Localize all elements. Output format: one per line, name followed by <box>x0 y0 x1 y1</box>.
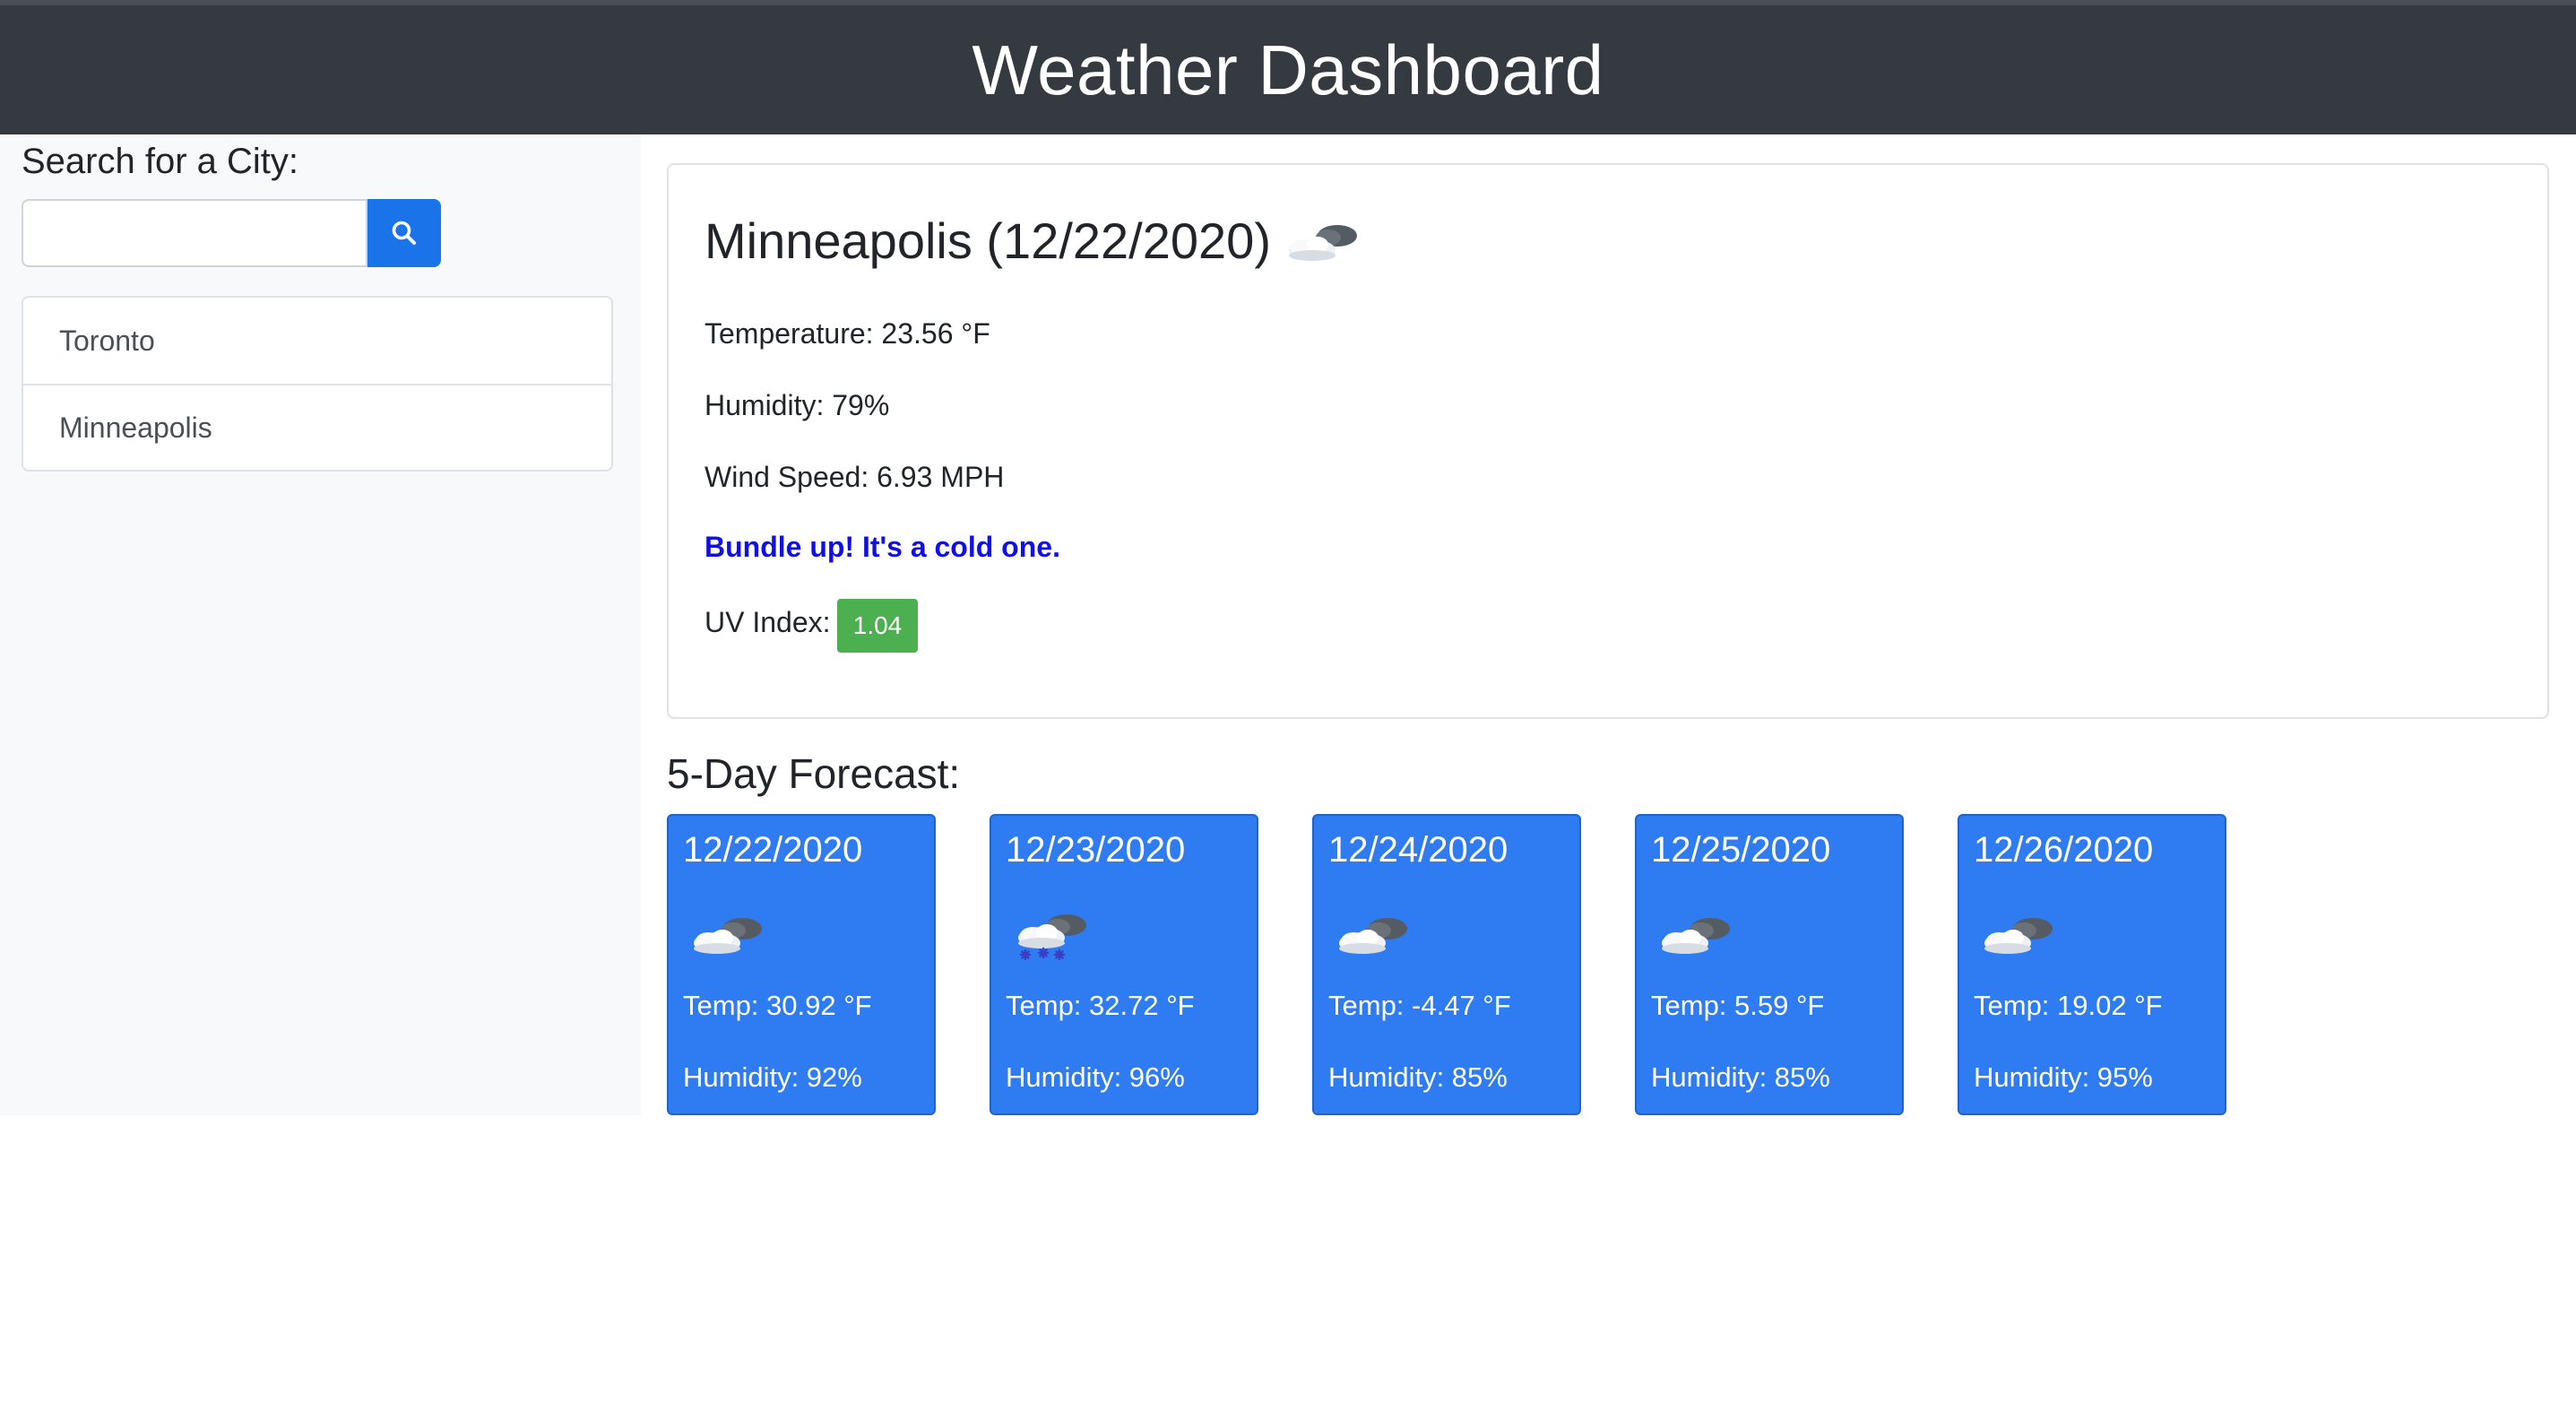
page-title: Weather Dashboard <box>972 30 1604 109</box>
forecast-date: 12/25/2020 <box>1651 830 1831 870</box>
current-weather-card: Minneapolis (12/22/2020) Temperature: 23… <box>667 163 2549 719</box>
forecast-temp: Temp: 5.59 °F <box>1651 990 1825 1021</box>
history-item-toronto[interactable]: Toronto <box>23 298 611 384</box>
forecast-card: 12/22/2020 Temp: 30.92 °F Humidity: 92% <box>667 814 936 1115</box>
search-history-list: Toronto Minneapolis <box>22 296 613 472</box>
search-button[interactable] <box>367 199 441 267</box>
app-header: Weather Dashboard <box>0 5 2576 134</box>
current-city-title: Minneapolis (12/22/2020) <box>705 212 1271 269</box>
partly-cloudy-icon <box>694 918 762 954</box>
forecast-temp: Temp: 19.02 °F <box>1974 990 2163 1021</box>
forecast-humidity: Humidity: 95% <box>1974 1061 2153 1093</box>
search-label: Search for a City: <box>22 142 299 181</box>
history-item-minneapolis[interactable]: Minneapolis <box>23 384 611 470</box>
forecast-temp: Temp: -4.47 °F <box>1328 990 1511 1021</box>
forecast-card: 12/25/2020 Temp: 5.59 °F Humidity: 85% <box>1635 814 1904 1115</box>
partly-cloudy-icon <box>1288 224 1357 261</box>
partly-cloudy-icon <box>1662 918 1730 954</box>
weather-advice: Bundle up! It's a cold one. <box>705 531 1060 563</box>
forecast-card: 12/26/2020 Temp: 19.02 °F Humidity: 95% <box>1958 814 2226 1115</box>
uv-index-badge: 1.04 <box>837 599 918 653</box>
forecast-date: 12/23/2020 <box>1006 830 1186 870</box>
forecast-humidity: Humidity: 85% <box>1651 1061 1830 1093</box>
forecast-humidity: Humidity: 85% <box>1328 1061 1508 1093</box>
current-city-heading: Minneapolis (12/22/2020) <box>705 212 1366 270</box>
forecast-date: 12/26/2020 <box>1974 830 2154 870</box>
forecast-date: 12/24/2020 <box>1328 830 1508 870</box>
partly-cloudy-icon <box>1984 918 2053 954</box>
forecast-heading: 5-Day Forecast: <box>667 750 961 797</box>
sidebar <box>0 134 641 1115</box>
forecast-date: 12/22/2020 <box>683 830 863 870</box>
forecast-card: 12/23/2020 Temp: 32.72 °F Humidity: 96% <box>990 814 1258 1115</box>
current-wind-speed: Wind Speed: 6.93 MPH <box>705 461 1005 493</box>
forecast-temp: Temp: 32.72 °F <box>1006 990 1195 1021</box>
partly-cloudy-icon <box>1339 918 1407 954</box>
forecast-temp: Temp: 30.92 °F <box>683 990 872 1021</box>
forecast-card: 12/24/2020 Temp: -4.47 °F Humidity: 85% <box>1312 814 1581 1115</box>
current-humidity: Humidity: 79% <box>705 389 890 421</box>
uv-index-label: UV Index: <box>705 606 831 638</box>
search-icon <box>392 221 416 245</box>
forecast-humidity: Humidity: 96% <box>1006 1061 1185 1093</box>
forecast-humidity: Humidity: 92% <box>683 1061 862 1093</box>
current-temperature: Temperature: 23.56 °F <box>705 317 990 350</box>
city-search-input[interactable] <box>22 199 367 267</box>
snow-cloud-icon <box>1018 914 1086 961</box>
